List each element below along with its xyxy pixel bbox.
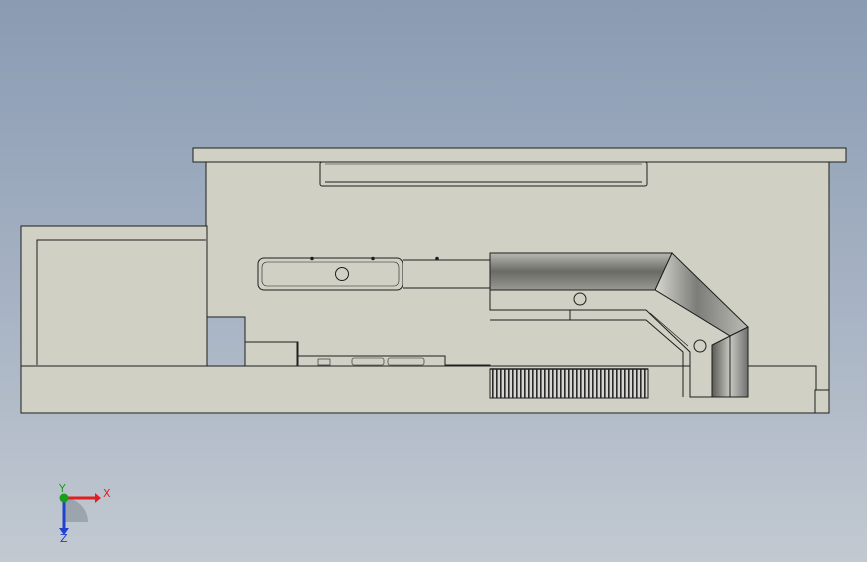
coordinate-triad: X Y Z xyxy=(58,482,111,545)
x-arrowhead-icon xyxy=(95,493,101,503)
connector-strip xyxy=(297,355,446,367)
rail-hole-2 xyxy=(693,339,707,353)
part-body[interactable] xyxy=(20,147,847,414)
left-block xyxy=(20,225,208,367)
triad-shadow xyxy=(64,498,88,522)
heatsink-fins xyxy=(489,368,649,399)
cad-viewport[interactable]: X Y Z xyxy=(0,0,867,562)
rail-top-face xyxy=(489,252,673,291)
slot-hole xyxy=(335,267,349,281)
slot-extension xyxy=(403,259,491,289)
rail-hole-1 xyxy=(573,292,587,306)
top-lid xyxy=(192,147,847,163)
z-axis-label: Z xyxy=(60,532,68,545)
x-axis-label: X xyxy=(103,487,111,500)
y-axis-label: Y xyxy=(58,482,66,495)
base-step xyxy=(814,389,830,414)
rounded-slot xyxy=(257,257,404,291)
step-box xyxy=(244,341,298,367)
